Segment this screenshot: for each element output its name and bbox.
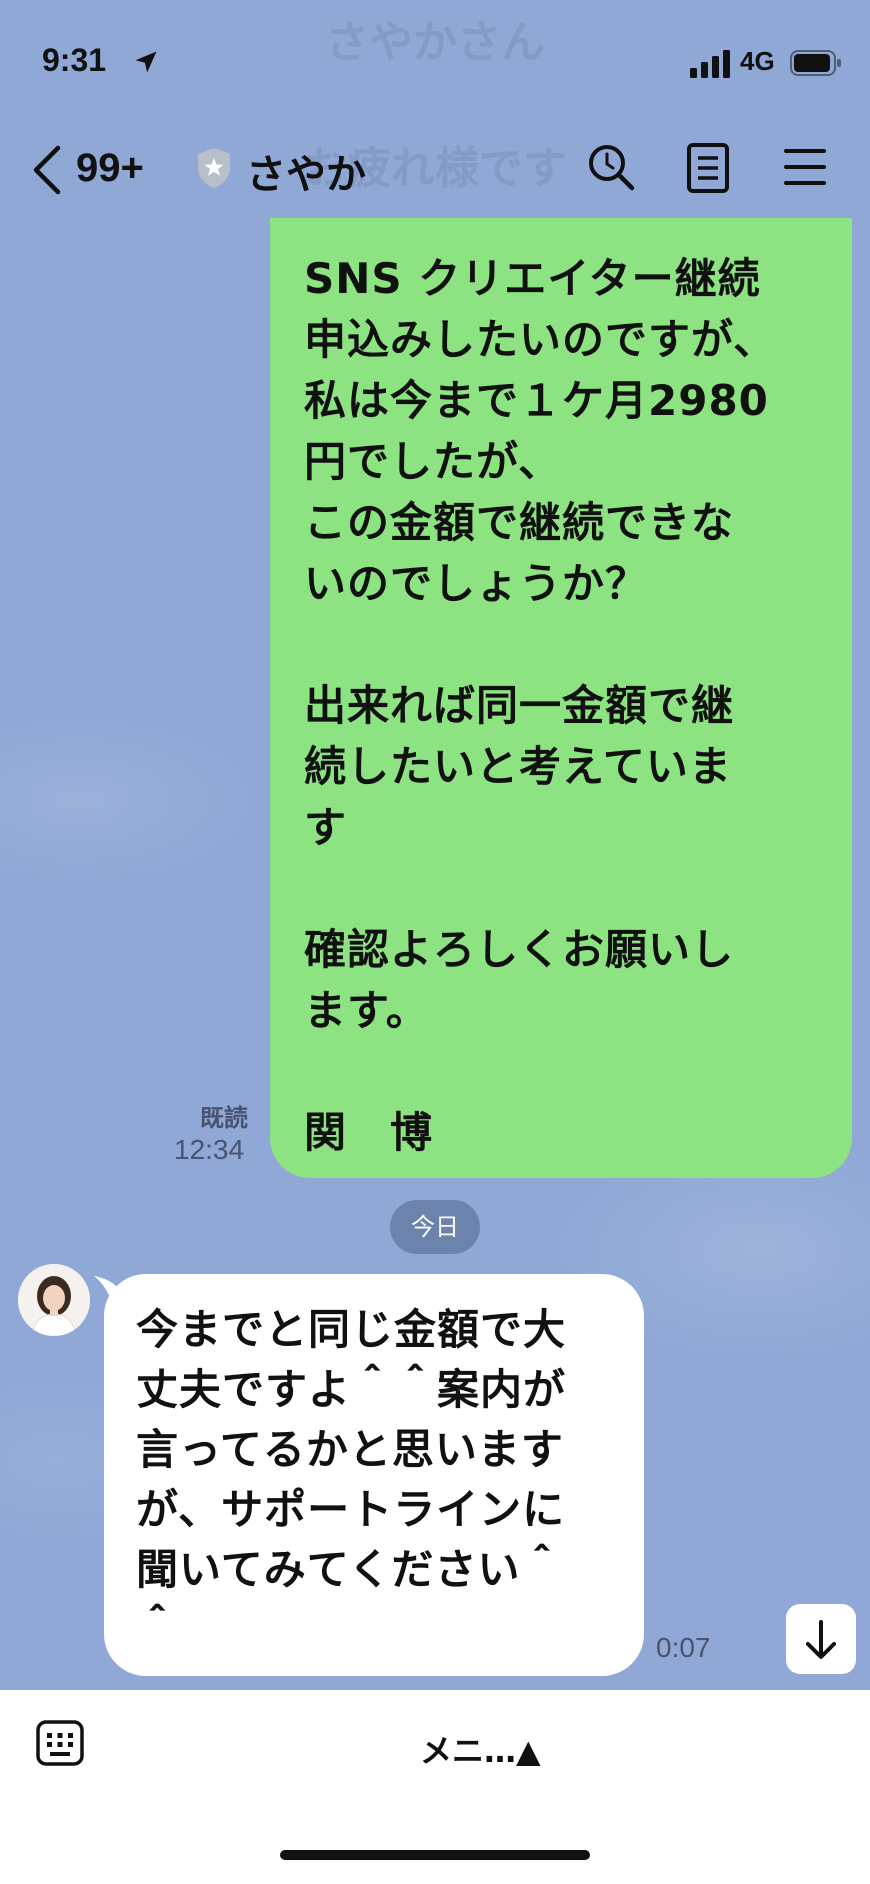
unread-count[interactable]: 99+ [76, 146, 144, 191]
chat-header: 99+ さやか [0, 120, 870, 220]
arrow-down-icon [806, 1620, 836, 1659]
chat-title[interactable]: さやか [246, 142, 366, 200]
back-chevron-icon[interactable] [30, 144, 64, 196]
shield-star-icon [198, 148, 230, 188]
read-receipt: 既読 [200, 1104, 248, 1132]
outgoing-message-text: SNS クリエイター継続 申込みしたいのですが、 私は今まで１ケ月2980 円で… [304, 254, 777, 1157]
date-separator: 今日 [390, 1200, 480, 1254]
hamburger-menu-icon[interactable] [784, 146, 826, 188]
home-indicator[interactable] [280, 1850, 590, 1860]
avatar-portrait-icon [18, 1264, 90, 1336]
status-bar: 9:31 4G [0, 0, 870, 120]
search-icon[interactable] [586, 142, 636, 192]
bottom-menu-bar: メニ…▲ [0, 1690, 870, 1884]
avatar[interactable] [18, 1264, 90, 1336]
keyboard-icon[interactable] [36, 1720, 84, 1766]
network-type: 4G [740, 46, 775, 76]
battery-icon [790, 50, 841, 76]
incoming-message-text: 今までと同じ金額で大 丈夫ですよ＾＾案内が 言ってるかと思います が、サポートラ… [136, 1305, 567, 1654]
incoming-message-bubble[interactable]: 今までと同じ金額で大 丈夫ですよ＾＾案内が 言ってるかと思います が、サポートラ… [104, 1274, 644, 1676]
outgoing-message-time: 12:34 [174, 1134, 245, 1165]
location-arrow-icon [135, 51, 157, 73]
notes-icon[interactable] [686, 142, 730, 194]
status-time: 9:31 [42, 42, 107, 78]
scroll-to-bottom-button[interactable] [786, 1604, 856, 1674]
cellular-signal-icon [690, 50, 730, 78]
outgoing-message-bubble[interactable]: SNS クリエイター継続 申込みしたいのですが、 私は今まで１ケ月2980 円で… [270, 218, 852, 1178]
incoming-message-time: 0:07 [656, 1632, 711, 1663]
rich-menu-toggle[interactable]: メニ…▲ [420, 1726, 541, 1772]
